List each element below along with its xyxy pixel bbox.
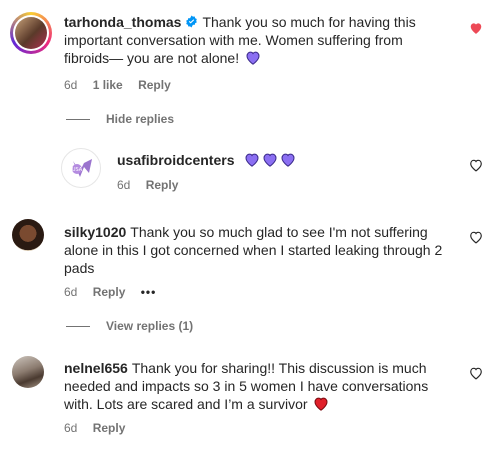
reply-button[interactable]: Reply (93, 285, 126, 299)
avatar-tarhonda-thomas[interactable] (10, 12, 52, 54)
comment-username[interactable]: tarhonda_thomas (64, 14, 181, 30)
comment-body: silky1020 Thank you so much glad to see I… (64, 223, 444, 277)
more-options-icon[interactable]: ••• (141, 285, 157, 299)
hide-replies-label: Hide replies (106, 112, 175, 126)
comment-time: 6d (64, 285, 78, 299)
red-heart-icon (314, 397, 328, 411)
purple-heart-icon (246, 51, 260, 65)
comment-time: 6d (64, 421, 78, 435)
like-heart-icon-filled[interactable] (469, 21, 483, 35)
reply-button[interactable]: Reply (146, 178, 179, 192)
svg-text:USA: USA (72, 167, 83, 173)
comment-meta: 6d Reply (64, 421, 137, 435)
avatar-usafibroidcenters[interactable]: USA (61, 148, 101, 188)
reply-button[interactable]: Reply (93, 421, 126, 435)
usa-fibroid-logo-icon: USA (72, 159, 92, 177)
like-heart-icon[interactable] (469, 230, 483, 244)
comment-meta: 6d Reply (117, 178, 190, 192)
comment-meta: 6d Reply ••• (64, 285, 168, 299)
like-heart-icon[interactable] (469, 366, 483, 380)
comment-body: nelnel656 Thank you for sharing!! This di… (64, 359, 444, 413)
comment-meta: 6d 1 like Reply (64, 78, 183, 92)
like-heart-icon[interactable] (469, 158, 483, 172)
comment-likes[interactable]: 1 like (93, 78, 123, 92)
comment-body: usafibroidcenters (117, 151, 296, 169)
purple-heart-icon (263, 153, 277, 167)
avatar-nelnel656[interactable] (12, 356, 44, 388)
hide-replies-button[interactable]: Hide replies (66, 112, 174, 126)
comment-username[interactable]: nelnel656 (64, 360, 128, 376)
comment-time: 6d (64, 78, 78, 92)
comment-time: 6d (117, 178, 131, 192)
purple-heart-icon (281, 153, 295, 167)
divider-line (66, 118, 90, 120)
verified-badge-icon (186, 15, 198, 28)
view-replies-button[interactable]: View replies (1) (66, 319, 193, 333)
purple-heart-icon (245, 153, 259, 167)
avatar-silky1020[interactable] (12, 219, 44, 251)
reply-button[interactable]: Reply (138, 78, 171, 92)
comment-username[interactable]: silky1020 (64, 224, 126, 240)
view-replies-label: View replies (1) (106, 319, 194, 333)
divider-line (66, 325, 90, 327)
comment-username[interactable]: usafibroidcenters (117, 152, 234, 168)
comment-body: tarhonda_thomas Thank you so much for hav… (64, 13, 444, 67)
